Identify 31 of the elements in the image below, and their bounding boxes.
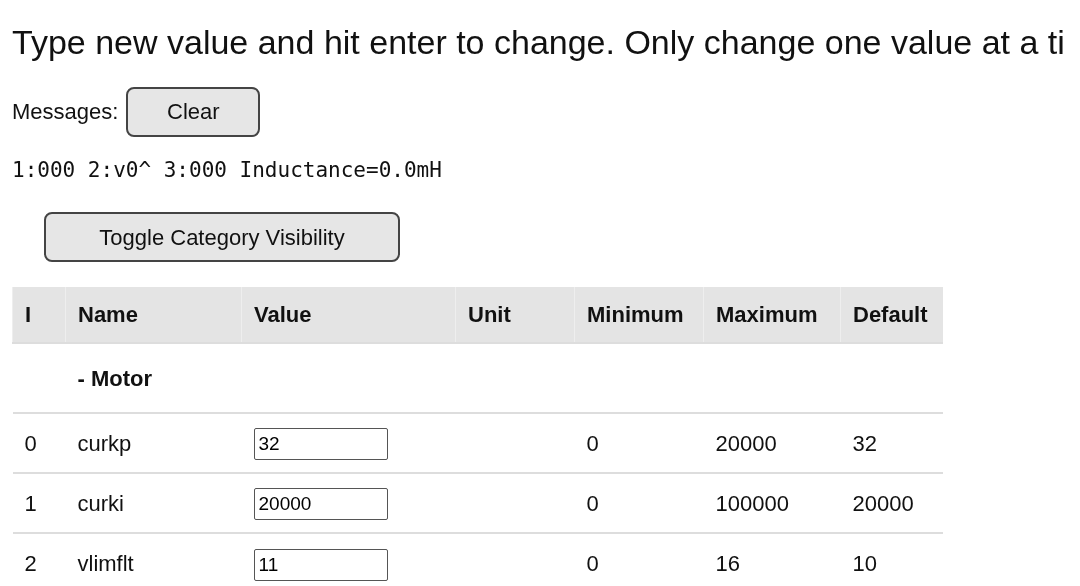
column-header: Default xyxy=(840,287,943,344)
minimum-cell: 0 xyxy=(586,551,599,577)
index-cell: 1 xyxy=(24,490,37,516)
param-name: vlimflt xyxy=(77,551,134,577)
value-field[interactable]: 20000 xyxy=(253,488,388,521)
index-cell: 0 xyxy=(24,430,37,456)
param-name: curki xyxy=(77,490,124,516)
column-header: I xyxy=(12,287,66,344)
column-header: Name xyxy=(65,287,242,344)
value-field[interactable]: 11 xyxy=(253,548,388,581)
param-name: curkp xyxy=(77,430,132,456)
category-label: - Motor xyxy=(77,365,153,391)
default-cell: 32 xyxy=(852,430,877,456)
minimum-cell: 0 xyxy=(586,430,599,456)
column-header: Maximum xyxy=(703,287,841,344)
column-header: Minimum xyxy=(574,287,704,344)
status-text: 1:000 2:v0^ 3:000 Inductance=0.0mH xyxy=(12,156,443,184)
maximum-cell: 20000 xyxy=(715,430,777,456)
messages-label: Messages: xyxy=(12,98,119,127)
column-header: Value xyxy=(241,287,456,344)
default-cell: 10 xyxy=(852,551,877,577)
index-cell: 2 xyxy=(24,551,37,577)
maximum-cell: 100000 xyxy=(715,490,789,516)
clear-button[interactable]: Clear xyxy=(126,86,261,137)
maximum-cell: 16 xyxy=(715,551,740,577)
default-cell: 20000 xyxy=(852,490,914,516)
value-field[interactable]: 32 xyxy=(253,428,388,461)
minimum-cell: 0 xyxy=(586,490,599,516)
toggle-category-button[interactable]: Toggle Category Visibility xyxy=(44,212,400,263)
instructions-text: Type new value and hit enter to change. Only change one value at a ti xyxy=(12,22,1066,63)
column-header: Unit xyxy=(455,287,575,344)
